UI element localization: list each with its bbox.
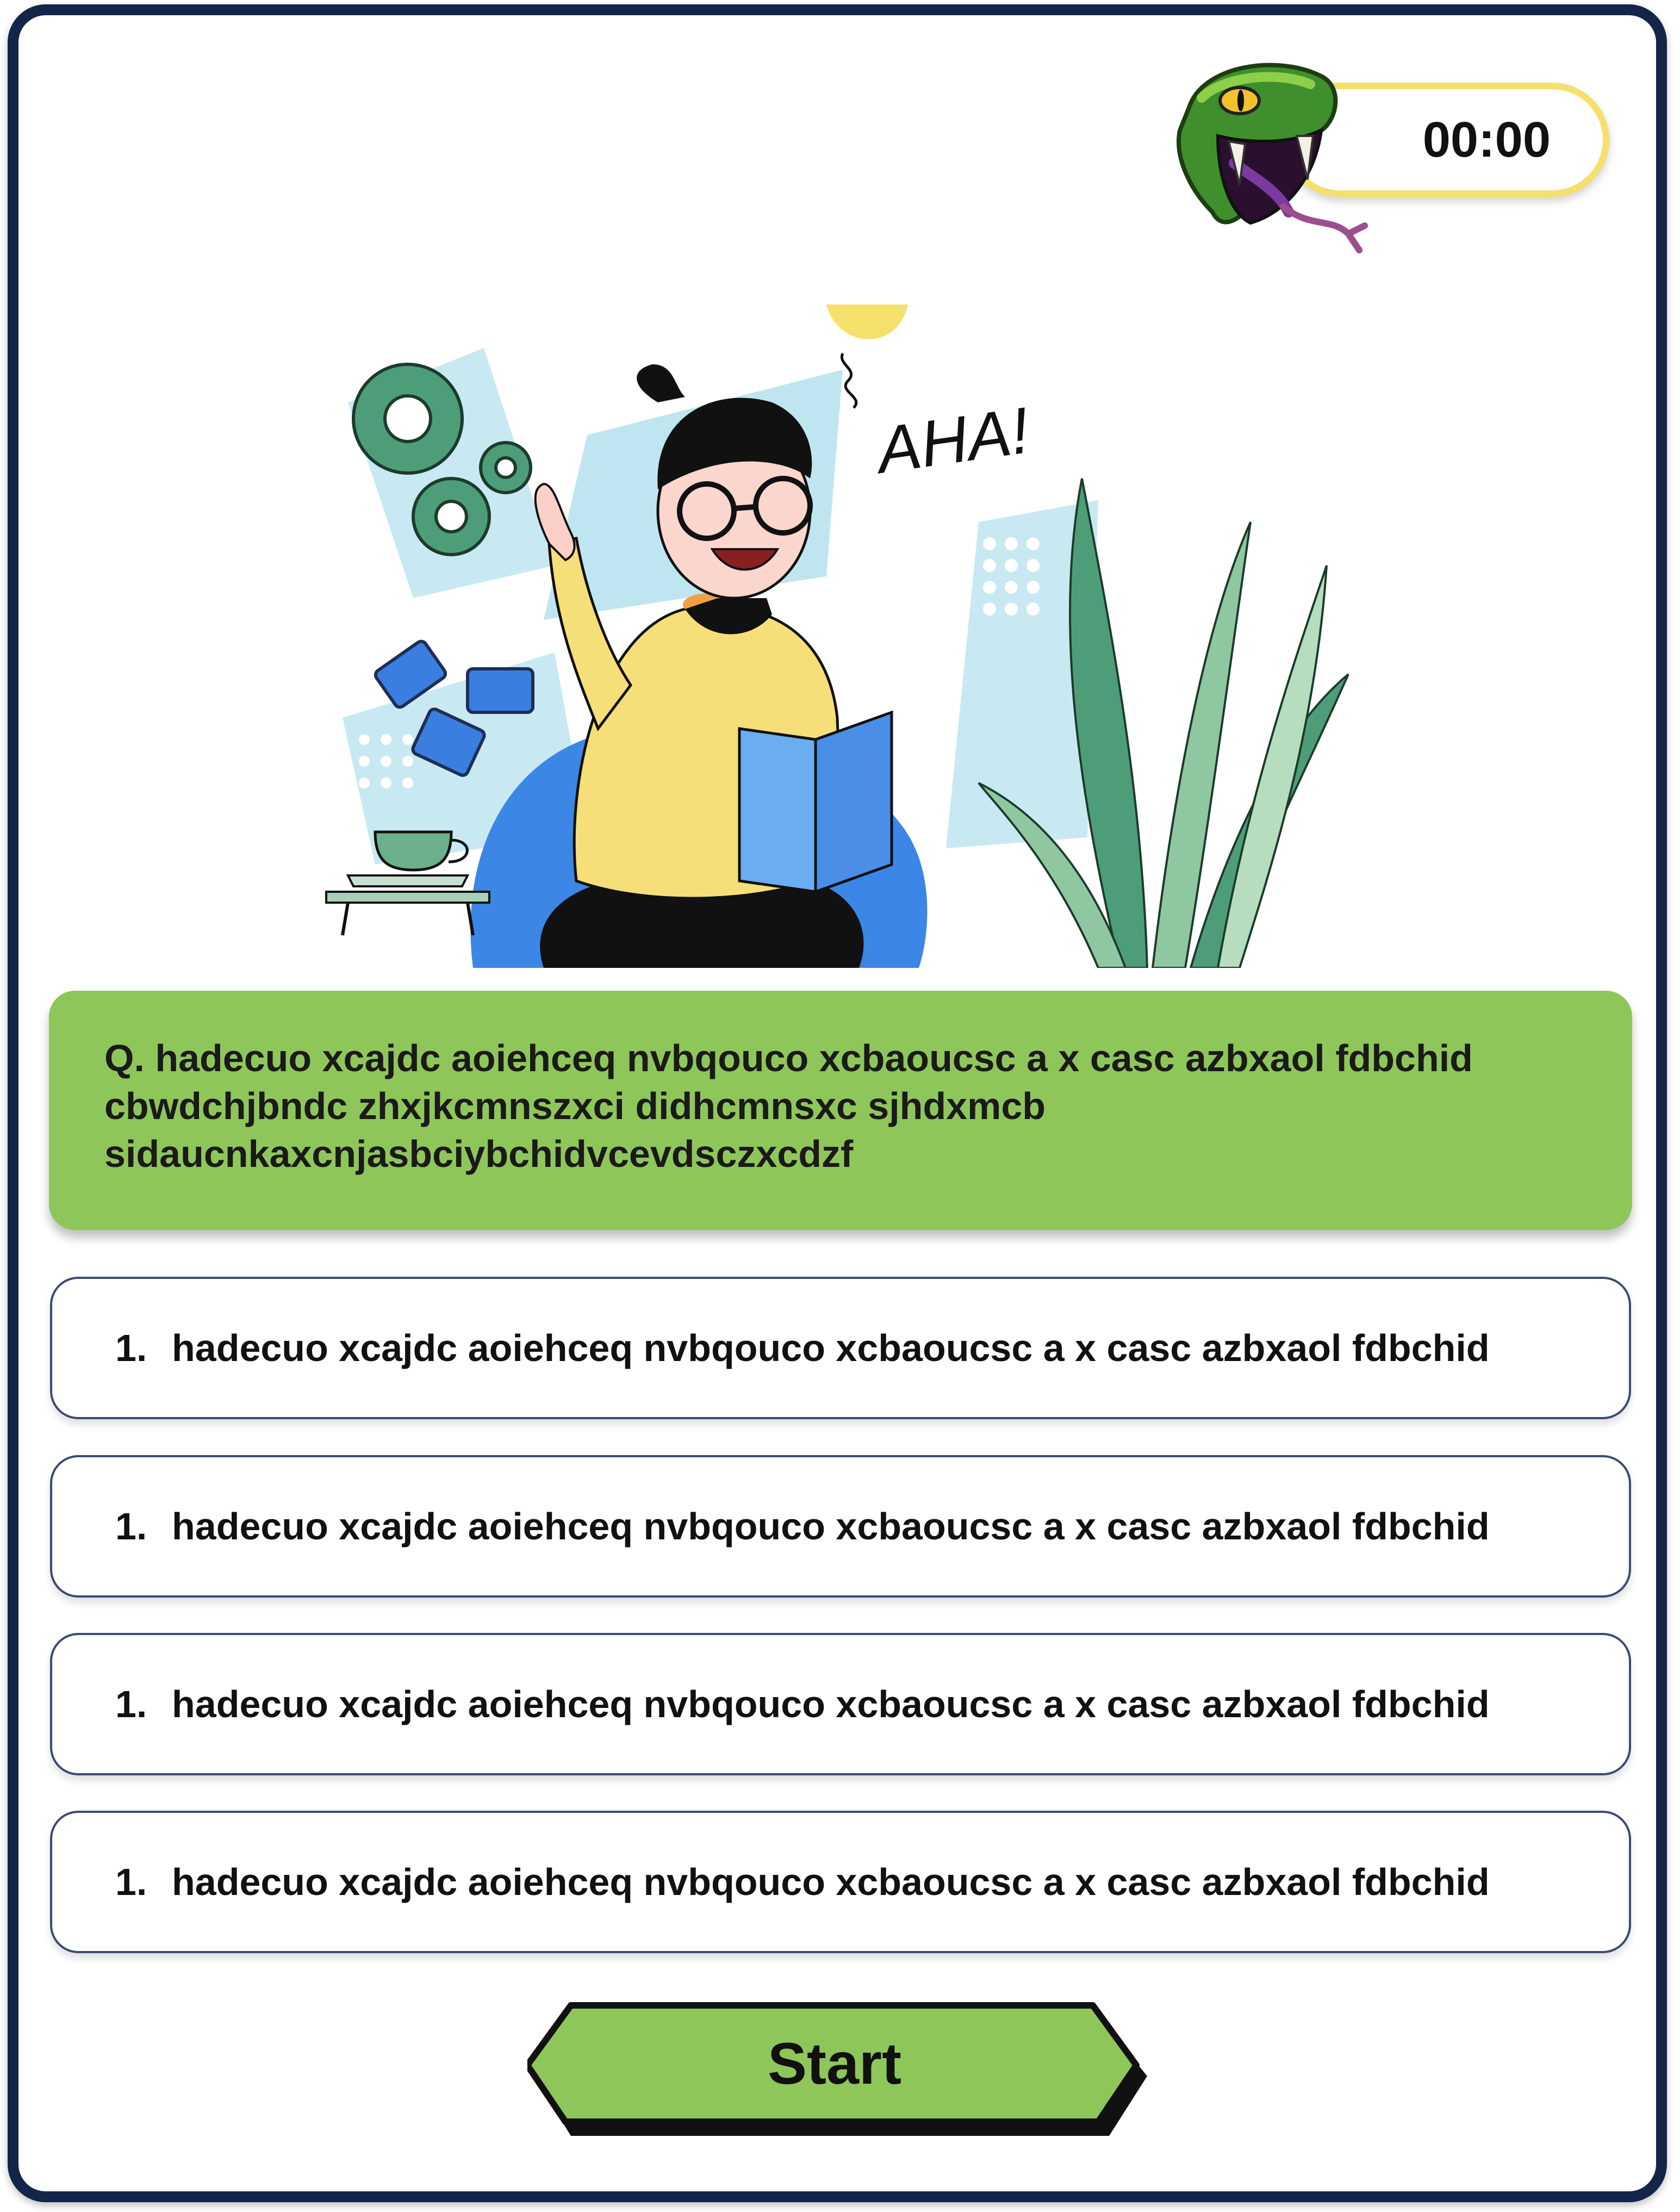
option-number: 1.: [115, 1683, 147, 1725]
option-text: hadecuo xcajdc aoiehceq nvbqouco xcbaouc…: [172, 1327, 1490, 1369]
timer-text: 00:00: [1422, 112, 1551, 167]
answer-option-1[interactable]: 1. hadecuo xcajdc aoiehceq nvbqouco xcba…: [50, 1277, 1631, 1419]
aha-text: AHA!: [869, 394, 1034, 488]
option-number: 1.: [115, 1505, 147, 1548]
option-text: hadecuo xcajdc aoiehceq nvbqouco xcbaouc…: [172, 1505, 1490, 1548]
option-text: hadecuo xcajdc aoiehceq nvbqouco xcbaouc…: [172, 1861, 1490, 1903]
answer-option-2[interactable]: 1. hadecuo xcajdc aoiehceq nvbqouco xcba…: [50, 1455, 1631, 1598]
hero-illustration: AHA!: [325, 305, 1349, 968]
question-text: Q. hadecuo xcajdc aoiehceq nvbqouco xcba…: [104, 1037, 1473, 1175]
book-icon: [738, 710, 893, 894]
start-button-label: Start: [767, 2030, 902, 2096]
answer-option-3[interactable]: 1. hadecuo xcajdc aoiehceq nvbqouco xcba…: [50, 1633, 1631, 1775]
timer: 00:00: [1158, 54, 1637, 266]
start-button[interactable]: Start: [527, 2001, 1153, 2142]
answer-option-4[interactable]: 1. hadecuo xcajdc aoiehceq nvbqouco xcba…: [50, 1811, 1631, 1953]
option-number: 1.: [115, 1327, 147, 1369]
question-card: Q. hadecuo xcajdc aoiehceq nvbqouco xcba…: [49, 991, 1632, 1230]
option-text: hadecuo xcajdc aoiehceq nvbqouco xcbaouc…: [172, 1683, 1490, 1725]
snake-icon: [1177, 63, 1368, 253]
option-number: 1.: [115, 1861, 147, 1903]
